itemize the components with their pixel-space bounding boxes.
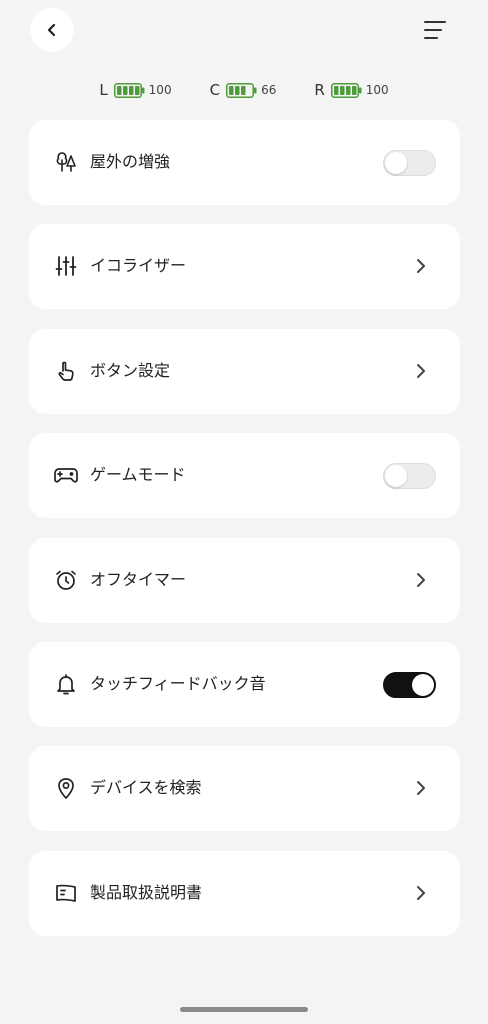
top-bar [0,0,488,60]
setting-equalizer[interactable]: イコライザー [29,224,460,309]
battery-case: C 66 [210,81,277,99]
back-button[interactable] [30,8,74,52]
setting-label: 製品取扱説明書 [90,883,203,902]
battery-tip [358,87,362,93]
equalizer-sliders-icon [53,253,79,279]
battery-side-label: L [99,81,108,99]
battery-level: 66 [261,83,277,97]
bell-icon [53,671,79,697]
hamburger-menu-icon [424,21,446,39]
setting-touch-feedback-sound[interactable]: タッチフィードバック音 [29,642,460,727]
battery-side-label: R [314,81,325,99]
outdoor-enhance-toggle[interactable] [383,150,436,176]
battery-status-row: L 100 C 66 R 100 [0,78,488,102]
menu-button[interactable] [418,14,452,46]
battery-segment [116,85,122,95]
battery-level: 100 [148,83,172,97]
manual-book-icon [53,880,79,906]
setting-label: ゲームモード [90,465,186,484]
setting-label: オフタイマー [90,570,187,589]
setting-off-timer[interactable]: オフタイマー [29,538,460,623]
chevron-right-icon [409,568,433,592]
home-indicator[interactable] [180,1007,308,1012]
battery-segment [333,85,339,95]
chevron-left-icon [47,23,56,37]
battery-segment [134,85,140,95]
setting-product-manual[interactable]: 製品取扱説明書 [29,851,460,936]
battery-side-label: C [209,81,221,99]
battery-segment [235,85,240,95]
trees-icon [53,149,79,175]
battery-segment [122,85,128,95]
battery-icon [226,82,257,98]
setting-label: 屋外の増強 [90,152,171,171]
chevron-right-icon [409,254,433,278]
battery-left: L 100 [99,81,171,99]
toggle-knob [385,465,407,487]
battery-tip [141,87,145,93]
location-pin-icon [53,775,79,801]
battery-segment [339,85,345,95]
alarm-clock-icon [53,567,79,593]
battery-icon [113,82,145,98]
gamepad-icon [53,462,79,488]
battery-level: 100 [365,83,389,97]
game-mode-toggle[interactable] [383,463,436,489]
battery-tip [254,87,257,93]
tap-hand-icon [53,358,79,384]
toggle-knob [385,152,407,174]
setting-label: デバイスを検索 [90,778,202,797]
setting-label: ボタン設定 [90,361,171,380]
battery-icon [330,82,362,98]
setting-button-config[interactable]: ボタン設定 [29,329,460,414]
touch-feedback-toggle[interactable] [383,672,436,698]
chevron-right-icon [409,881,433,905]
battery-segment [128,85,134,95]
battery-segment [345,85,351,95]
setting-find-device[interactable]: デバイスを検索 [29,746,460,831]
setting-game-mode[interactable]: ゲームモード [29,433,460,518]
chevron-right-icon [409,359,433,383]
battery-segment [241,85,246,95]
chevron-right-icon [409,776,433,800]
setting-label: イコライザー [90,256,187,275]
toggle-knob [412,674,434,696]
setting-label: タッチフィードバック音 [90,674,266,693]
battery-right: R 100 [314,81,388,99]
setting-outdoor-enhance[interactable]: 屋外の増強 [29,120,460,205]
battery-segment [229,85,234,95]
battery-segment [351,85,357,95]
